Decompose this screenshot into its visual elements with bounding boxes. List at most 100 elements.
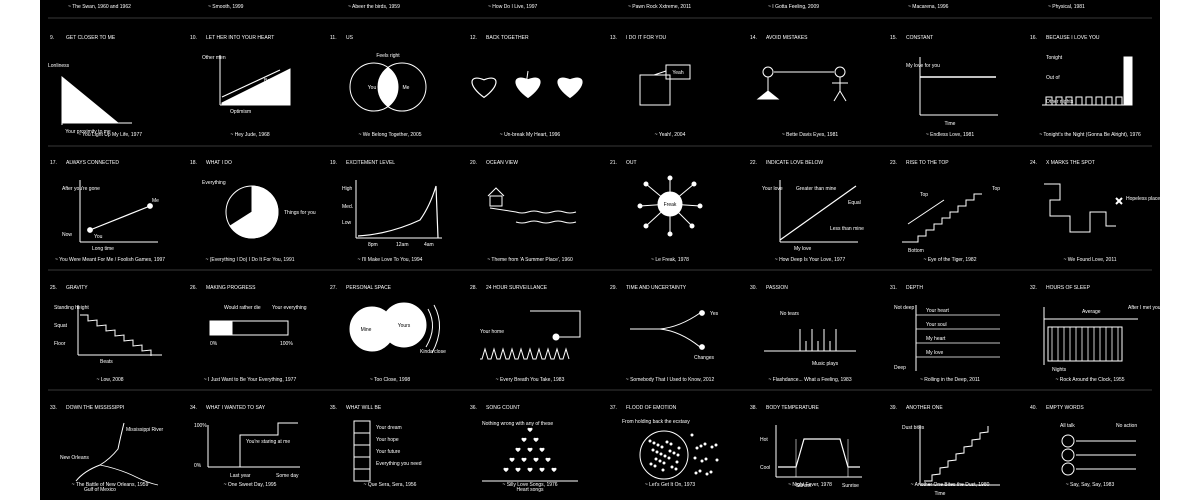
top-caption: ~ How Do I Live, 1997 <box>488 4 538 10</box>
top-caption: ~ Macarena, 1996 <box>908 4 949 10</box>
chart-label: No tears <box>780 311 799 317</box>
chart-label: Lonliness <box>48 63 70 69</box>
chart-label: Other men <box>202 55 226 61</box>
progress-fill <box>209 320 233 336</box>
chart-label: Everything <box>202 180 226 186</box>
cell-title: EXCITEMENT LEVEL <box>346 160 395 166</box>
flood-dot <box>670 465 674 469</box>
chart-label: Tonight <box>1046 55 1063 61</box>
chart-label: Your heart <box>926 308 949 314</box>
cell-caption: ~ Theme from 'A Summer Place', 1960 <box>487 257 573 263</box>
cell-caption: ~ Flashdance... What a Feeling, 1983 <box>768 377 851 383</box>
cell-caption: ~ How Deep Is Your Love, 1977 <box>775 257 846 263</box>
cell-title: DOWN THE MISSISSIPPI <box>66 405 124 411</box>
flood-dot <box>667 456 671 460</box>
top-caption: ~ Smooth, 1999 <box>208 4 244 10</box>
cell-number: 32. <box>1030 285 1037 291</box>
cell-number: 36. <box>470 405 477 411</box>
chart-label: 100% <box>280 341 293 347</box>
flood-dot <box>660 445 664 449</box>
node <box>699 310 705 316</box>
dot-you <box>87 227 93 233</box>
cell-number: 31. <box>890 285 897 291</box>
ray-dot <box>697 203 703 209</box>
cell-caption: ~ Eye of the Tiger, 1982 <box>924 257 977 263</box>
cell-title: OUT <box>626 160 637 166</box>
chart-label: Sunrise <box>842 483 859 489</box>
cell-title: PERSONAL SPACE <box>346 285 392 291</box>
chart-label: You <box>368 85 377 91</box>
flood-dot <box>699 444 703 448</box>
flood-dot <box>654 457 658 461</box>
cell-title: ALWAYS CONNECTED <box>66 160 119 166</box>
node <box>699 344 705 350</box>
top-caption: ~ Pawn Rock Xxtreme, 2011 <box>628 4 691 10</box>
chart-label: Changes <box>694 355 715 361</box>
cell-number: 29. <box>610 285 617 291</box>
flood-dot <box>677 446 681 450</box>
cell-caption: ~ Say, Say, Say, 1983 <box>1066 482 1115 488</box>
cell-title: SONG COUNT <box>486 405 520 411</box>
cell-caption: ~ Every Breath You Take, 1983 <box>496 377 565 383</box>
cell-caption: ~ (Everything I Do) I Do It For You, 199… <box>205 257 294 263</box>
flood-dot <box>705 472 709 476</box>
chart-label: My love for you <box>906 63 940 69</box>
chart-label: Kinda close <box>420 349 446 355</box>
cell-number: 21. <box>610 160 617 166</box>
chart-label: Yours <box>398 323 411 329</box>
flood-dot <box>704 457 708 461</box>
cell-title: HOURS OF SLEEP <box>1046 285 1091 291</box>
chart-label: Feels right <box>376 53 400 59</box>
chart-label: Out of <box>1046 75 1060 81</box>
chart-label: Equal <box>848 200 861 206</box>
chart-label: Not deep <box>894 305 915 311</box>
chart-label: Top <box>992 186 1000 192</box>
chart-label: Yeah <box>672 70 683 76</box>
chart-label: Mine <box>361 327 372 333</box>
cell-number: 18. <box>190 160 197 166</box>
chart-label: High <box>342 186 353 192</box>
chart-label: 0% <box>194 463 202 469</box>
chart-label: Dust bites <box>902 425 925 431</box>
chart-label: Nights <box>1052 367 1067 373</box>
cell-title: BACK TOGETHER <box>486 35 529 41</box>
chart-label: My love <box>794 246 811 252</box>
cell-title: WHAT I DO <box>206 160 232 166</box>
flood-dot <box>659 452 663 456</box>
flood-dot <box>693 456 697 460</box>
top-caption: ~ I Gotta Feeling, 2009 <box>768 4 819 10</box>
cell-title: RISE TO THE TOP <box>906 160 949 166</box>
cell-title: TIME AND UNCERTAINTY <box>626 285 687 291</box>
chart-label: Your everything <box>272 305 307 311</box>
cell-caption: ~ Silly Love Songs, 1976 <box>502 482 557 488</box>
chart-label: Me <box>152 198 159 204</box>
cell-caption: ~ Another One Bites the Dust, 1980 <box>911 482 990 488</box>
flood-dot <box>714 443 718 447</box>
cell-caption: ~ The Battle of New Orleans, 1959 <box>72 482 149 488</box>
cell-caption: ~ Un-break My Heart, 1996 <box>500 132 561 138</box>
cell-number: 17. <box>50 160 57 166</box>
chart-label: Hopeless place <box>1126 196 1160 202</box>
cell-caption: ~ Endless Love, 1981 <box>926 132 974 138</box>
chart-label: Deep <box>894 365 906 371</box>
cell-number: 16. <box>1030 35 1037 41</box>
flood-dot <box>675 460 679 464</box>
flood-dot <box>700 459 704 463</box>
chart-label: Squat <box>54 323 68 329</box>
cell-number: 35. <box>330 405 337 411</box>
flood-dot <box>651 448 655 452</box>
chart-label: 4am <box>424 242 434 248</box>
chart-label: Your soul <box>926 322 947 328</box>
chart-label: Your dream <box>376 425 402 431</box>
flood-dot <box>658 459 662 463</box>
cell-number: 23. <box>890 160 897 166</box>
cell-number: 25. <box>50 285 57 291</box>
cell-number: 34. <box>190 405 197 411</box>
flood-dot <box>663 454 667 458</box>
flood-dot <box>695 446 699 450</box>
chart-label: Optimism <box>230 109 251 115</box>
chart-label: Some day <box>276 473 299 479</box>
chart-label: Me <box>403 85 410 91</box>
chart-label: Cool <box>760 465 770 471</box>
cell-title: I DO IT FOR YOU <box>626 35 666 41</box>
